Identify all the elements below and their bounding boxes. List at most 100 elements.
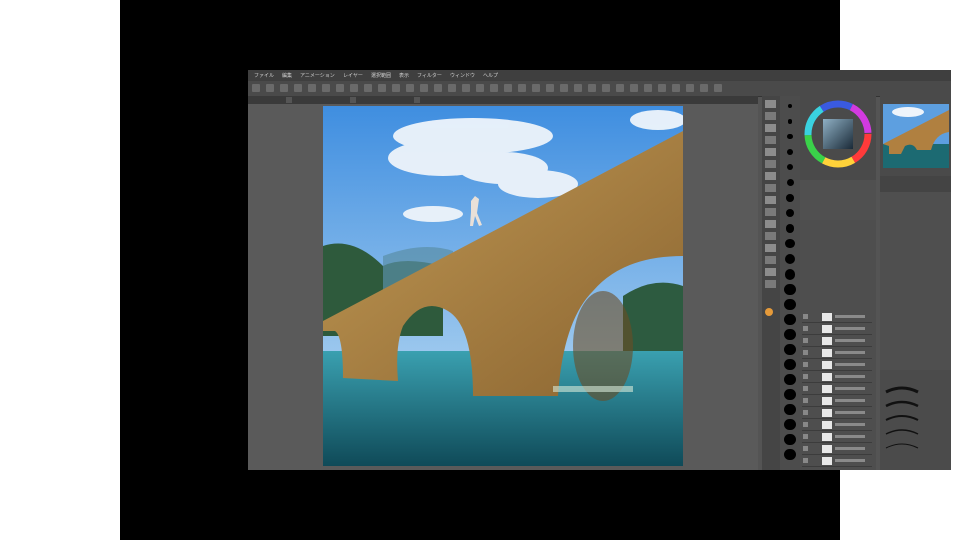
toolbar-button[interactable] — [518, 84, 526, 92]
eye-icon[interactable] — [803, 386, 808, 391]
figure-icon[interactable] — [765, 268, 776, 276]
menu-item[interactable]: アニメーション — [300, 72, 335, 79]
toolbar-button[interactable] — [490, 84, 498, 92]
toolbar-button[interactable] — [616, 84, 624, 92]
menu-item[interactable]: ヘルプ — [483, 72, 498, 79]
layer-row[interactable] — [802, 432, 872, 443]
toolbar-button[interactable] — [392, 84, 400, 92]
airbrush-icon[interactable] — [765, 196, 776, 204]
blend-icon[interactable] — [765, 232, 776, 240]
toolbar-button[interactable] — [280, 84, 288, 92]
brush-size-preset[interactable] — [787, 149, 793, 155]
canvas-tab[interactable] — [350, 97, 356, 103]
pencil-icon[interactable] — [765, 172, 776, 180]
toolbar-button[interactable] — [574, 84, 582, 92]
toolbar-button[interactable] — [686, 84, 694, 92]
brush-size-preset[interactable] — [788, 104, 792, 108]
layer-row[interactable] — [802, 336, 872, 347]
brush-size-preset[interactable] — [784, 419, 796, 431]
toolbar-button[interactable] — [448, 84, 456, 92]
brush-size-preset[interactable] — [784, 329, 796, 341]
toolbar-button[interactable] — [252, 84, 260, 92]
toolbar-button[interactable] — [602, 84, 610, 92]
brush-size-preset[interactable] — [784, 299, 796, 311]
eye-icon[interactable] — [803, 410, 808, 415]
toolbar-button[interactable] — [420, 84, 428, 92]
gradient-icon[interactable] — [765, 256, 776, 264]
eye-icon[interactable] — [803, 434, 808, 439]
brush-size-preset[interactable] — [786, 164, 794, 171]
pen-icon[interactable] — [765, 160, 776, 168]
brush-size-preset[interactable] — [786, 179, 794, 186]
layer-row[interactable] — [802, 348, 872, 359]
eye-icon[interactable] — [803, 350, 808, 355]
toolbar-button[interactable] — [504, 84, 512, 92]
brush-size-preset[interactable] — [784, 269, 796, 280]
toolbar-button[interactable] — [560, 84, 568, 92]
brush-size-preset[interactable] — [787, 119, 793, 124]
brush-size-preset[interactable] — [784, 389, 796, 401]
toolbar-button[interactable] — [546, 84, 554, 92]
layer-row[interactable] — [802, 384, 872, 395]
menu-item[interactable]: ウィンドウ — [450, 72, 475, 79]
brush-size-preset[interactable] — [785, 224, 795, 233]
decoration-icon[interactable] — [765, 208, 776, 216]
brush-size-preset[interactable] — [785, 209, 795, 218]
layer-row[interactable] — [802, 444, 872, 455]
brush-icon[interactable] — [765, 184, 776, 192]
brush-size-preset[interactable] — [784, 449, 796, 461]
toolbar-button[interactable] — [476, 84, 484, 92]
eye-icon[interactable] — [803, 446, 808, 451]
eye-icon[interactable] — [803, 314, 808, 319]
toolbar-button[interactable] — [672, 84, 680, 92]
toolbar-button[interactable] — [322, 84, 330, 92]
eye-icon[interactable] — [803, 338, 808, 343]
toolbar-button[interactable] — [336, 84, 344, 92]
toolbar-button[interactable] — [364, 84, 372, 92]
toolbar-button[interactable] — [714, 84, 722, 92]
brush-size-preset[interactable] — [784, 374, 796, 386]
brush-size-preset[interactable] — [784, 434, 796, 446]
navigator-thumbnail[interactable] — [883, 104, 949, 168]
menu-item[interactable]: フィルター — [417, 72, 442, 79]
brush-size-preset[interactable] — [787, 134, 793, 140]
brush-size-preset[interactable] — [784, 314, 796, 326]
eye-icon[interactable] — [803, 362, 808, 367]
eye-icon[interactable] — [803, 398, 808, 403]
eye-icon[interactable] — [803, 458, 808, 463]
layer-row[interactable] — [802, 372, 872, 383]
toolbar-button[interactable] — [406, 84, 414, 92]
toolbar-button[interactable] — [462, 84, 470, 92]
toolbar-button[interactable] — [644, 84, 652, 92]
move-icon[interactable] — [765, 112, 776, 120]
toolbar-button[interactable] — [700, 84, 708, 92]
select-icon[interactable] — [765, 124, 776, 132]
color-wheel[interactable] — [804, 100, 872, 168]
main-color-swatch[interactable] — [765, 308, 773, 316]
menu-item[interactable]: 編集 — [282, 72, 292, 79]
layer-row[interactable] — [802, 324, 872, 335]
eye-icon[interactable] — [803, 422, 808, 427]
canvas-tab[interactable] — [286, 97, 292, 103]
layer-row[interactable] — [802, 312, 872, 323]
toolbar-button[interactable] — [308, 84, 316, 92]
fill-icon[interactable] — [765, 244, 776, 252]
text-icon[interactable] — [765, 280, 776, 288]
layer-row[interactable] — [802, 396, 872, 407]
eraser-icon[interactable] — [765, 220, 776, 228]
toolbar-button[interactable] — [378, 84, 386, 92]
eye-icon[interactable] — [803, 374, 808, 379]
layer-row[interactable] — [802, 408, 872, 419]
lasso-icon[interactable] — [765, 136, 776, 144]
brush-size-preset[interactable] — [785, 239, 795, 249]
eyedropper-icon[interactable] — [765, 148, 776, 156]
toolbar-button[interactable] — [630, 84, 638, 92]
toolbar-button[interactable] — [588, 84, 596, 92]
menu-item[interactable]: 選択範囲 — [371, 72, 391, 79]
brush-size-preset[interactable] — [785, 254, 795, 264]
layer-row[interactable] — [802, 456, 872, 467]
brush-size-preset[interactable] — [784, 404, 796, 416]
eye-icon[interactable] — [803, 326, 808, 331]
brush-size-preset[interactable] — [784, 344, 796, 356]
brush-size-preset[interactable] — [784, 359, 796, 371]
